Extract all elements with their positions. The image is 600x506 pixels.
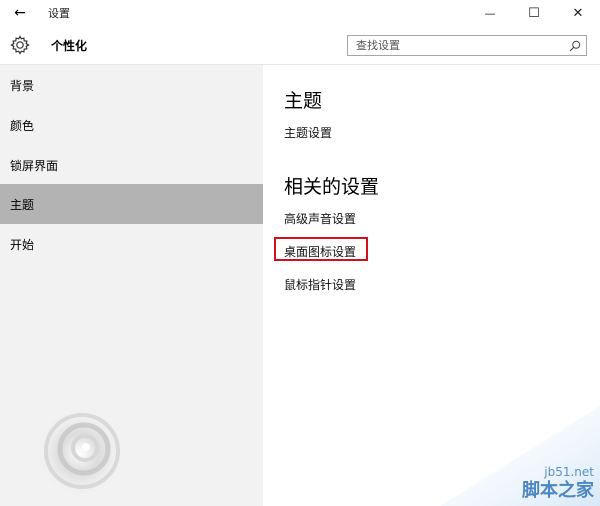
advanced-sound-settings-link[interactable]: 高级声音设置	[284, 210, 356, 227]
maximize-icon: ☐	[528, 5, 540, 21]
mouse-pointer-settings-link[interactable]: 鼠标指针设置	[284, 276, 356, 293]
section-title-theme: 主题	[284, 90, 323, 112]
section-title-related-settings: 相关的设置	[284, 176, 380, 198]
search-icon[interactable]	[569, 40, 581, 52]
minimize-icon: —	[484, 6, 496, 20]
sidebar-item-label: 颜色	[10, 118, 35, 133]
sidebar-item-label: 锁屏界面	[10, 158, 59, 173]
sidebar-item-themes[interactable]: 主题	[0, 184, 263, 224]
sidebar-item-label: 开始	[10, 237, 35, 252]
gear-icon	[10, 35, 30, 55]
close-icon: ✕	[572, 5, 584, 21]
sidebar-item-label: 背景	[10, 78, 35, 93]
sidebar-item-label: 主题	[10, 197, 35, 212]
search-input[interactable]	[348, 36, 571, 55]
swirl-decoration	[32, 405, 128, 501]
maximize-button[interactable]: ☐	[512, 0, 556, 26]
close-button[interactable]: ✕	[556, 0, 600, 26]
theme-settings-link[interactable]: 主题设置	[284, 124, 332, 141]
minimize-button[interactable]: —	[468, 0, 512, 26]
page-title: 个性化	[51, 39, 88, 53]
window-controls: — ☐ ✕	[468, 0, 600, 26]
sidebar-item-colors[interactable]: 颜色	[0, 105, 263, 145]
watermark: jb51.net 脚本之家	[440, 406, 600, 506]
highlight-box	[274, 237, 368, 261]
sidebar: 背景 颜色 锁屏界面 主题 开始	[0, 65, 263, 506]
search-box[interactable]	[347, 35, 587, 56]
sidebar-item-background[interactable]: 背景	[0, 65, 263, 105]
title-bar: ← 设置 — ☐ ✕	[0, 0, 600, 26]
back-arrow-icon: ←	[14, 5, 26, 21]
page-header: 个性化	[0, 26, 600, 65]
sidebar-item-lock-screen[interactable]: 锁屏界面	[0, 145, 263, 185]
sidebar-item-start[interactable]: 开始	[0, 224, 263, 264]
watermark-logo-text: 脚本之家	[522, 480, 594, 501]
window-title: 设置	[48, 7, 70, 20]
back-button[interactable]: ←	[0, 0, 40, 26]
